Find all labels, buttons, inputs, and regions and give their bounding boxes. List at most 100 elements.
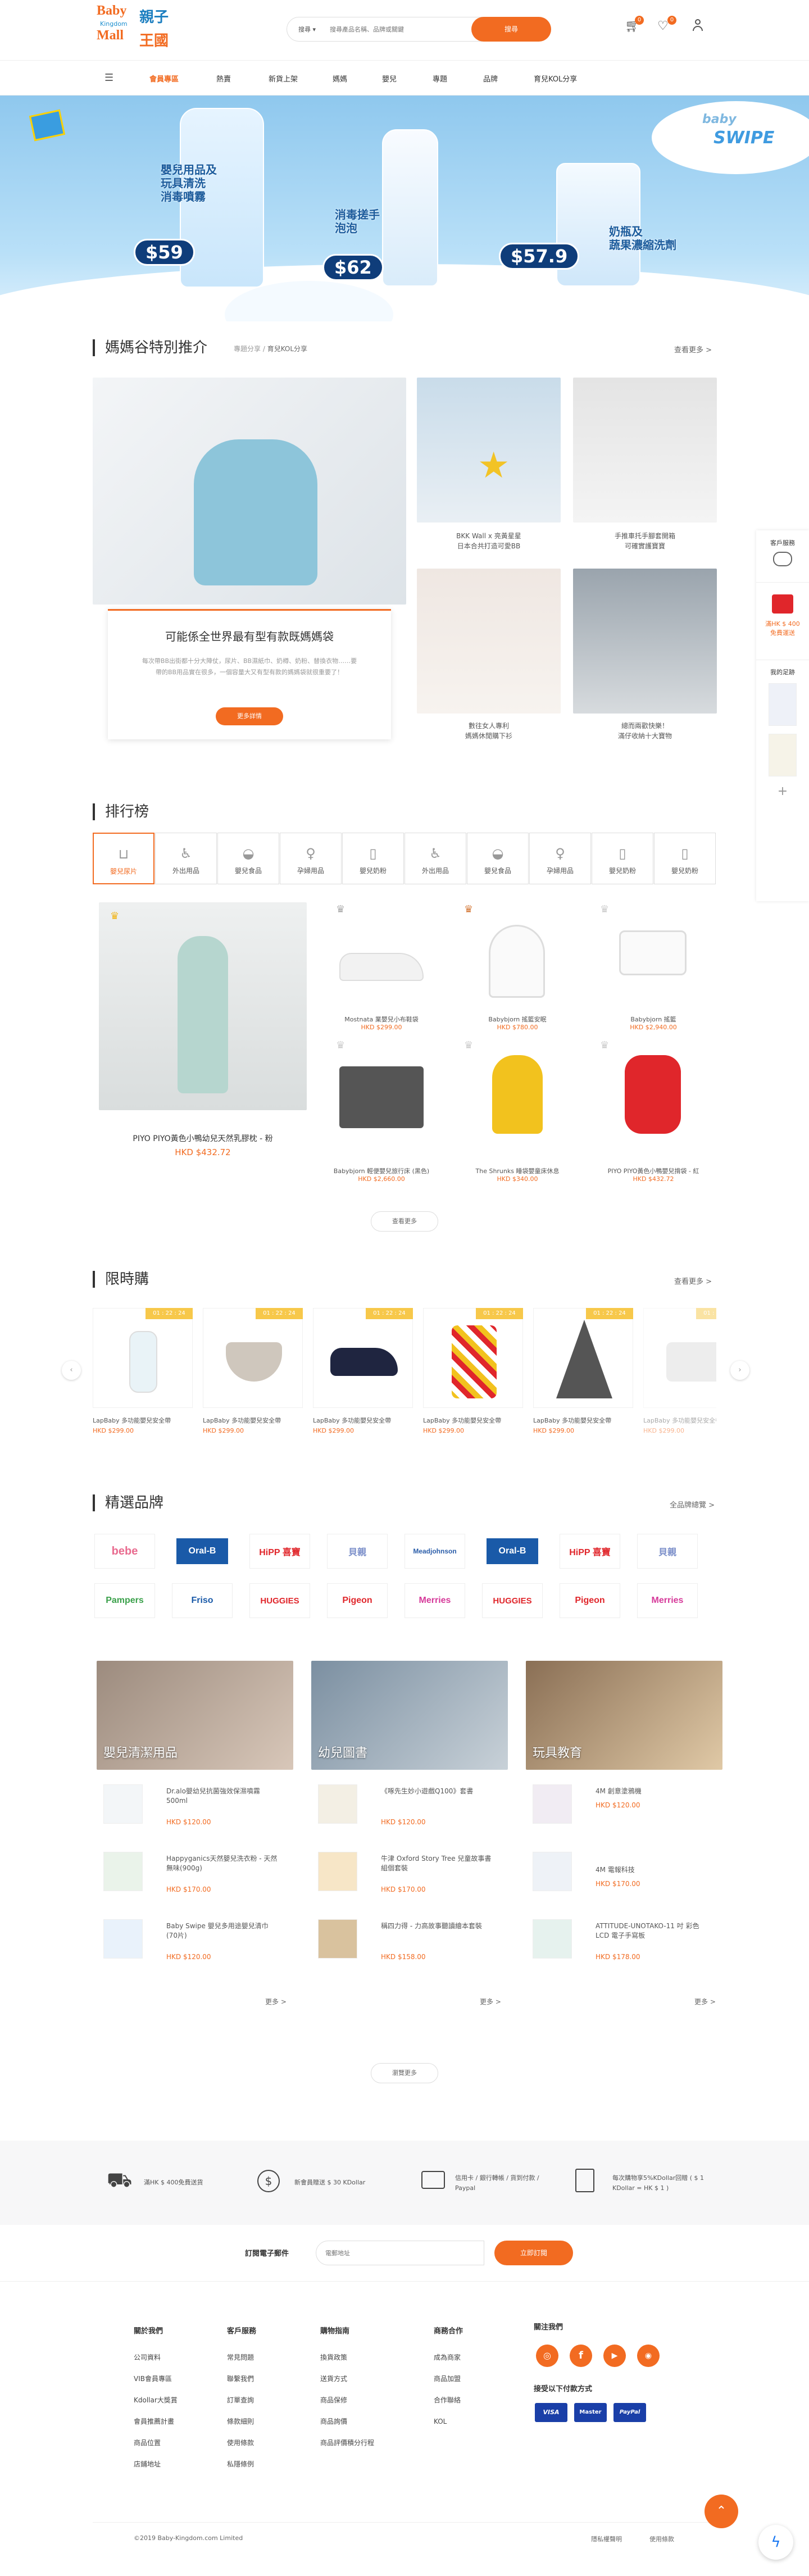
youtube-icon[interactable]: ▶ (603, 2345, 626, 2367)
ranking-item-name[interactable]: Babybjorn 輕便嬰兒旅行床 (黑色) (319, 1166, 444, 1176)
category-product-name[interactable]: Baby Swipe 嬰兒多用途嬰兒清巾(70片) (166, 1921, 279, 1941)
messenger-button[interactable]: ϟ (758, 2525, 793, 2560)
footer-link[interactable]: 聯繫我們 (227, 2368, 256, 2389)
footer-link[interactable]: 換貨政策 (320, 2347, 374, 2368)
ranking-tab-food[interactable]: ◒ 嬰兒食品 (217, 833, 279, 884)
footer-link[interactable]: 會員推薦計畫 (134, 2411, 178, 2432)
brand-logo[interactable]: Friso (172, 1583, 233, 1618)
subscribe-button[interactable]: 立即訂閱 (494, 2241, 573, 2265)
carousel-next-button[interactable]: › (730, 1361, 749, 1380)
search-input[interactable] (330, 23, 465, 35)
category-product-image[interactable] (318, 1784, 357, 1824)
footer-link[interactable]: 商品保修 (320, 2389, 374, 2411)
category-product-name[interactable]: 稱四力得 - 力高故事聽讀繪本套裝 (381, 1921, 493, 1931)
ranking-item-name[interactable]: Babybjorn 搖籃 (591, 1015, 716, 1024)
search-button[interactable]: 搜尋 (471, 17, 551, 42)
category-product-image[interactable] (318, 1919, 357, 1959)
carousel-prev-button[interactable]: ‹ (62, 1361, 81, 1380)
ranking-tab-formula-2[interactable]: ▯ 嬰兒奶粉 (592, 833, 653, 884)
site-logo[interactable]: Baby Kingdom Mall 親子 王國 (97, 3, 181, 52)
brand-logo[interactable]: HUGGIES (482, 1583, 543, 1618)
ranking-tab-formula[interactable]: ▯ 嬰兒奶粉 (342, 833, 404, 884)
customer-service-label[interactable]: 客戶服務 (756, 538, 809, 547)
ranking-item-name[interactable]: PIYO PIYO黃色小鴨嬰兒揹袋 - 紅 (591, 1166, 716, 1176)
footer-link[interactable]: 常見問題 (227, 2347, 256, 2368)
user-icon[interactable] (692, 19, 703, 33)
breadcrumb-kol[interactable]: 育兒KOL分享 (267, 345, 307, 353)
category-product-image[interactable] (533, 1852, 572, 1891)
view-more-button[interactable]: 瀏覽更多 (371, 2063, 438, 2083)
category-product-name[interactable]: 牛津 Oxford Story Tree 兒童故事書組個套裝 (381, 1854, 493, 1873)
footer-link[interactable]: 公司資料 (134, 2347, 178, 2368)
ranking-top-name[interactable]: PIYO PIYO黃色小鴨幼兒天然乳膠枕 - 粉 (99, 1133, 307, 1144)
category-product-image[interactable] (533, 1919, 572, 1959)
flash-item[interactable]: 01 : 22 : 24 LapBaby 多功能嬰兒安全帶 HKD $299.0… (313, 1308, 413, 1448)
brand-logo[interactable]: Merries (637, 1583, 698, 1618)
footer-link[interactable]: 使用條款 (227, 2432, 256, 2454)
category-product-name[interactable]: Happyganics天然嬰兒洗衣粉 - 天然無味(900g) (166, 1854, 279, 1873)
nav-item-kol[interactable]: 育兒KOL分享 (534, 73, 577, 84)
ranking-tab-diaper[interactable]: ⊔ 嬰兒尿片 (93, 833, 154, 884)
facebook-icon[interactable]: f (570, 2345, 592, 2367)
chat-icon[interactable] (773, 552, 792, 566)
footer-link[interactable]: 店鋪地址 (134, 2454, 178, 2475)
footer-link[interactable]: 商品評價積分行程 (320, 2432, 374, 2454)
recent-item-thumb[interactable] (769, 683, 797, 726)
category-product-image[interactable] (533, 1784, 572, 1824)
category-product-image[interactable] (103, 1852, 143, 1891)
more-details-button[interactable]: 更多詳情 (216, 707, 283, 725)
category-product-name[interactable]: ATTITUDE-UNOTAKO-11 吋 彩色LCD 電子手寫板 (596, 1921, 708, 1941)
hero-banner[interactable]: baby SWIPE 嬰兒用品及 玩具清洗 消毒噴霧 $59 消毒搓手 泡泡 $… (0, 96, 809, 321)
ranking-tab-formula-3[interactable]: ▯ 嬰兒奶粉 (654, 833, 716, 884)
ranking-more-button[interactable]: 查看更多 (371, 1211, 438, 1232)
ranking-item-name[interactable]: Babybjorn 搖籃安眠 (455, 1015, 580, 1024)
flash-item[interactable]: 01 : 22 : 24 LapBaby 多功能嬰兒安全帶 HKD $299.0… (643, 1308, 716, 1448)
flash-item[interactable]: 01 : 22 : 24 LapBaby 多功能嬰兒安全帶 HKD $299.0… (203, 1308, 303, 1448)
ranking-item-image[interactable] (591, 902, 716, 1015)
footer-link[interactable]: 訂單查詢 (227, 2389, 256, 2411)
nav-item-brand[interactable]: 品牌 (483, 73, 498, 84)
back-to-top-button[interactable]: ⌃ (705, 2495, 738, 2528)
ranking-tab-maternity[interactable]: ♀ 孕婦用品 (280, 833, 342, 884)
add-icon[interactable]: + (756, 784, 809, 798)
ranking-item-image[interactable] (319, 902, 444, 1015)
mom-card-image[interactable] (417, 569, 561, 714)
nav-item-topic[interactable]: 專題 (433, 73, 447, 84)
ranking-tab-outdoor-2[interactable]: ♿︎ 外出用品 (404, 833, 466, 884)
category-product-image[interactable] (103, 1919, 143, 1959)
brand-logo[interactable]: Pampers (94, 1583, 155, 1618)
category-more-link[interactable]: 更多 > (265, 1997, 287, 2006)
brand-logo[interactable]: HiPP 喜寶 (560, 1534, 620, 1569)
nav-item-new[interactable]: 新貨上架 (269, 73, 298, 84)
brand-logo[interactable]: Pigeon (560, 1583, 620, 1618)
brand-logo[interactable]: Meadjohnson (404, 1534, 465, 1569)
flash-sale-more-link[interactable]: 查看更多 > (674, 1275, 712, 1286)
nav-item-member[interactable]: 會員專區 (149, 73, 179, 84)
mom-section-more-link[interactable]: 查看更多 > (674, 344, 712, 355)
category-product-name[interactable]: 《啄先生妙小遊戲Q100》套書 (381, 1787, 493, 1796)
brand-logo[interactable]: HUGGIES (249, 1583, 310, 1618)
brand-logo[interactable]: 貝親 (637, 1534, 698, 1569)
mom-card-title[interactable]: 總而兩歡快樂！ (573, 721, 717, 731)
recent-item-thumb[interactable] (769, 734, 797, 776)
footer-link[interactable]: 條款細則 (227, 2411, 256, 2432)
footer-link[interactable]: Kdollar大獎賞 (134, 2389, 178, 2411)
menu-icon[interactable]: ☰ (104, 72, 113, 84)
flash-item[interactable]: 01 : 22 : 24 LapBaby 多功能嬰兒安全帶 HKD $299.0… (423, 1308, 523, 1448)
mom-card-title[interactable]: BKK Wall x 亮黃星星 (417, 531, 561, 541)
footer-link[interactable]: 商品詢價 (320, 2411, 374, 2432)
flash-item[interactable]: 01 : 22 : 24 LapBaby 多功能嬰兒安全帶 HKD $299.0… (533, 1308, 633, 1448)
footer-link[interactable]: 送貨方式 (320, 2368, 374, 2389)
privacy-link[interactable]: 隱私權聲明 (591, 2534, 622, 2543)
category-product-name[interactable]: 4M 電報科技 (596, 1865, 708, 1875)
category-product-name[interactable]: 4M 創意塗鴉機 (596, 1787, 708, 1796)
footer-link[interactable]: 合作聯絡 (434, 2389, 463, 2411)
category-more-link[interactable]: 更多 > (694, 1997, 716, 2006)
brand-logo[interactable]: Pigeon (327, 1583, 388, 1618)
ranking-item-image[interactable] (455, 902, 580, 1015)
ranking-tab-outdoor[interactable]: ♿︎ 外出用品 (155, 833, 217, 884)
ranking-item-name[interactable]: The Shrunks 睡袋嬰童床休息 (455, 1166, 580, 1176)
ranking-tab-food-2[interactable]: ◒ 嬰兒食品 (467, 833, 529, 884)
brand-logo[interactable]: 貝親 (327, 1534, 388, 1569)
search-category-select[interactable]: 搜尋 ▾ (298, 25, 316, 34)
